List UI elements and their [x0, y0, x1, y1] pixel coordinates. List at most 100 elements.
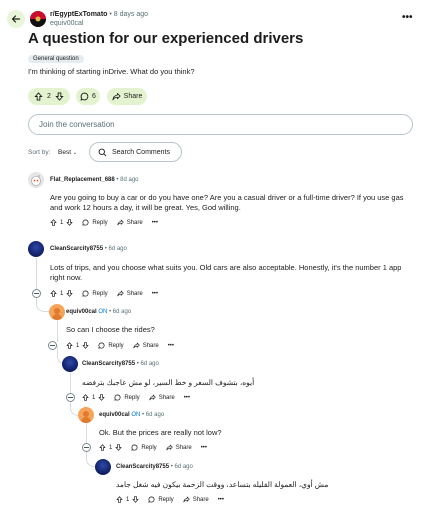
avatar[interactable]: [28, 172, 44, 188]
upvote-icon[interactable]: [50, 219, 57, 226]
downvote-icon[interactable]: [55, 92, 64, 101]
more-options-icon[interactable]: •••: [152, 291, 158, 297]
post-flair[interactable]: General question: [28, 55, 84, 63]
reply-button[interactable]: Reply: [114, 394, 140, 401]
downvote-icon[interactable]: [66, 219, 74, 226]
share-icon: [183, 496, 190, 503]
comment-share-button[interactable]: Share: [117, 219, 143, 226]
downvote-icon[interactable]: [132, 496, 140, 503]
comment-actions: 1 Reply Share •••: [99, 444, 207, 451]
comment-share-button[interactable]: Share: [183, 496, 209, 503]
comment-time: • 8d ago: [116, 177, 139, 183]
reply-button[interactable]: Reply: [131, 444, 157, 451]
comment-text: أيوه، بتشوف السعر و خط السير، لو مش عاجب…: [82, 378, 255, 387]
comment-text: Lots of trips, and you choose what suits…: [50, 263, 402, 282]
sort-value: Best: [58, 149, 72, 156]
collapse-thread-icon[interactable]: [66, 393, 75, 402]
back-button[interactable]: [7, 10, 25, 28]
avatar[interactable]: [62, 356, 78, 372]
collapse-thread-icon[interactable]: [82, 443, 91, 452]
share-label: Share: [175, 444, 192, 451]
comment-author[interactable]: Flat_Replacement_688: [50, 177, 115, 183]
subreddit-avatar[interactable]: [30, 11, 46, 27]
post-author[interactable]: equiv00cal: [50, 20, 83, 27]
sort-dropdown[interactable]: Best ⌄: [58, 149, 77, 156]
search-comments-button[interactable]: Search Comments: [89, 142, 182, 162]
more-options-icon[interactable]: •••: [168, 343, 174, 349]
comment-share-button[interactable]: Share: [117, 290, 143, 297]
share-icon: [133, 342, 140, 349]
comment-vote-count: 1: [76, 342, 80, 349]
reply-button[interactable]: Reply: [82, 290, 108, 297]
downvote-icon[interactable]: [66, 290, 74, 297]
more-options-icon[interactable]: •••: [218, 497, 224, 503]
comment-share-button[interactable]: Share: [133, 342, 159, 349]
join-conversation-input[interactable]: Join the conversation: [28, 114, 413, 135]
more-options-icon[interactable]: •••: [152, 220, 158, 226]
share-icon: [112, 92, 121, 101]
comment-time: • 6d ago: [136, 361, 159, 367]
upvote-icon[interactable]: [34, 92, 43, 101]
comment-share-button[interactable]: Share: [166, 444, 192, 451]
comment-text: Are you going to buy a car or do you hav…: [50, 193, 404, 212]
share-icon: [117, 290, 124, 297]
post-body: I'm thinking of starting inDrive. What d…: [28, 67, 195, 76]
comment-author[interactable]: CleanScarcity8755: [50, 246, 103, 252]
reply-button[interactable]: Reply: [98, 342, 124, 349]
more-options-icon[interactable]: •••: [402, 12, 413, 23]
comment-icon: [82, 290, 89, 297]
collapse-thread-icon[interactable]: [32, 289, 41, 298]
post-title: A question for our experienced drivers: [28, 30, 304, 47]
share-label: Share: [158, 394, 175, 401]
share-icon: [166, 444, 173, 451]
comment-text: So can I choose the rides?: [66, 325, 155, 334]
post-time: • 8 days ago: [109, 11, 149, 18]
more-options-icon[interactable]: •••: [184, 395, 190, 401]
comment-author[interactable]: equiv00cal: [66, 309, 97, 315]
collapse-thread-icon[interactable]: [48, 341, 57, 350]
comment-author[interactable]: CleanScarcity8755: [82, 361, 135, 367]
share-icon: [149, 394, 156, 401]
arrow-left-icon: [11, 15, 21, 23]
avatar[interactable]: [95, 459, 111, 475]
comment-share-button[interactable]: Share: [149, 394, 175, 401]
avatar[interactable]: [49, 304, 65, 320]
avatar[interactable]: [28, 241, 44, 257]
comment-time: • 6d ago: [170, 464, 193, 470]
more-options-icon[interactable]: •••: [201, 445, 207, 451]
reply-label: Reply: [141, 444, 157, 451]
upvote-icon[interactable]: [99, 444, 106, 451]
comment-author[interactable]: equiv00cal: [99, 412, 130, 418]
upvote-icon[interactable]: [82, 394, 89, 401]
reply-button[interactable]: Reply: [148, 496, 174, 503]
upvote-icon[interactable]: [66, 342, 73, 349]
reply-label: Reply: [92, 219, 108, 226]
comments-button[interactable]: 6: [76, 88, 100, 105]
comment-text: مش أوي، العمولة القليله بتساعد، ووقت الز…: [116, 480, 329, 489]
share-label: Share: [126, 219, 143, 226]
thread-line: [70, 372, 71, 394]
comment-actions: 1 Reply Share •••: [116, 496, 224, 503]
downvote-icon[interactable]: [82, 342, 90, 349]
avatar[interactable]: [78, 407, 94, 423]
reply-label: Reply: [124, 394, 140, 401]
comment-author[interactable]: CleanScarcity8755: [116, 464, 169, 470]
upvote-icon[interactable]: [50, 290, 57, 297]
downvote-icon[interactable]: [98, 394, 106, 401]
op-badge: ON: [131, 412, 141, 418]
comment-icon: [148, 496, 155, 503]
downvote-icon[interactable]: [115, 444, 123, 451]
search-comments-label: Search Comments: [112, 148, 170, 156]
comment-time: • 6d ago: [109, 309, 132, 315]
reply-button[interactable]: Reply: [82, 219, 108, 226]
subreddit-name[interactable]: r/EgyptExTomato: [50, 11, 107, 18]
comment-time: • 6d ago: [104, 246, 127, 252]
search-icon: [98, 148, 107, 156]
share-label: Share: [126, 290, 143, 297]
comment-author-line: CleanScarcity8755 • 6d ago: [50, 246, 127, 252]
comment-vote-count: 1: [92, 394, 96, 401]
reply-label: Reply: [158, 496, 174, 503]
share-button[interactable]: Share: [107, 88, 147, 105]
upvote-icon[interactable]: [116, 496, 123, 503]
post-vote-bar: 2: [28, 88, 70, 105]
